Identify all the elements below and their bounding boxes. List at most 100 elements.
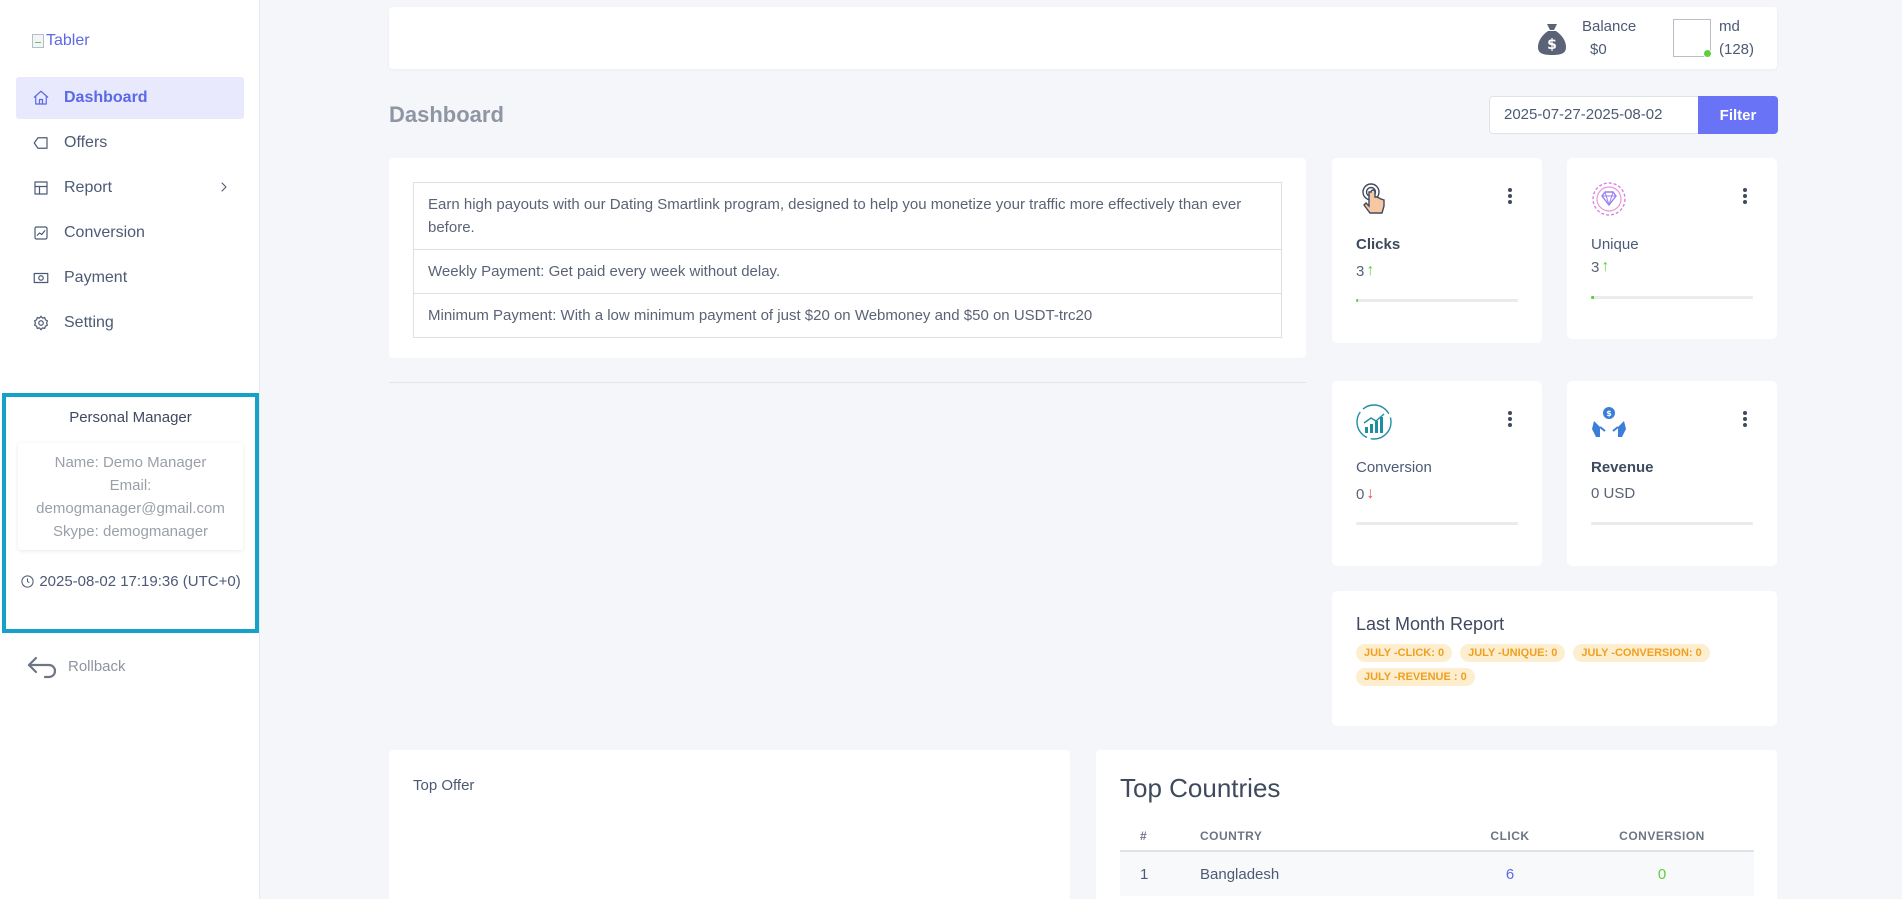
clicks-number: 3 [1356,262,1365,280]
server-time-text: 2025-08-02 17:19:36 (UTC+0) [39,573,241,590]
money-bag-icon: $ [1538,24,1566,55]
clicks-label: Clicks [1356,236,1401,253]
info-row: Weekly Payment: Get paid every week with… [414,250,1281,294]
last-month-report-title: Last Month Report [1356,614,1505,634]
user-id: (128) [1719,41,1755,58]
sidebar-item-label: Report [64,179,113,196]
progress-fill [1356,299,1358,302]
unique-value: 3 ↑ [1591,258,1609,276]
column-header-conversion: CONVERSION [1619,829,1705,843]
revenue-progress-bar [1591,522,1753,525]
unique-progress-bar [1591,296,1753,299]
layout-icon [34,181,48,195]
home-icon [33,90,49,105]
arrow-up-icon: ↑ [1601,258,1610,275]
broken-image-icon [32,34,44,48]
arrow-up-icon: ↑ [1366,262,1375,279]
diamond-badge-icon [1592,182,1626,216]
avatar[interactable] [1673,19,1712,58]
column-header-rank: # [1140,829,1148,843]
unique-label: Unique [1591,236,1639,253]
status-badge: JULY -UNIQUE: 0 [1460,644,1566,662]
last-month-badges: JULY -CLICK: 0 JULY -UNIQUE: 0 JULY -CON… [1356,644,1756,686]
svg-text:$: $ [1606,409,1612,418]
revenue-card: $ Revenue 0 USD [1567,381,1777,566]
money-hands-icon: $ [1592,407,1626,437]
balance-value: $0 [1590,41,1607,58]
sidebar: Tabler Dashboard Offers Report Conversio… [0,0,260,899]
more-options-icon[interactable] [1743,411,1747,427]
server-time: 2025-08-02 17:19:36 (UTC+0) [6,573,255,590]
date-range-input[interactable]: 2025-07-27-2025-08-02 [1489,96,1699,134]
clicks-progress-bar [1356,299,1518,302]
sidebar-item-label: Dashboard [64,89,148,106]
manager-email-label: Email: [109,477,152,494]
sidebar-item-dashboard[interactable]: Dashboard [16,77,244,119]
sidebar-item-setting[interactable]: Setting [16,302,244,344]
conversion-card: Conversion 0 ↓ [1332,381,1542,566]
sidebar-item-label: Offers [64,134,108,151]
conversion-label: Conversion [1356,459,1432,476]
pointer-hand-icon [1362,183,1385,214]
top-header: $ Balance $0 md (128) [389,7,1777,69]
row-conversion[interactable]: 0 [1570,866,1754,883]
status-badge: JULY -CONVERSION: 0 [1573,644,1710,662]
more-options-icon[interactable] [1743,188,1747,204]
row-country: Bangladesh [1200,865,1280,883]
logo[interactable]: Tabler [32,32,90,50]
conversion-number: 0 [1356,485,1365,503]
tag-icon [33,137,48,149]
manager-name: Name: Demo Manager [54,454,207,471]
personal-manager-panel: Personal Manager Name: Demo Manager Emai… [2,393,259,633]
revenue-label: Revenue [1591,459,1654,476]
unique-number: 3 [1591,258,1600,276]
last-month-report-card: Last Month Report JULY -CLICK: 0 JULY -U… [1332,591,1777,726]
info-row: Minimum Payment: With a low minimum paym… [428,307,1093,324]
row-rank: 1 [1140,865,1149,883]
user-name[interactable]: md [1719,18,1740,35]
sidebar-item-label: Setting [64,314,114,331]
program-info-card: Earn high payouts with our Dating Smartl… [389,158,1306,358]
rollback-label: Rollback [68,657,126,675]
top-countries-card: Top Countries # COUNTRY CLICK CONVERSION… [1096,750,1777,899]
rollback-icon [27,656,57,679]
manager-skype: Skype: demogmanager [52,523,209,540]
sidebar-item-conversion[interactable]: Conversion [16,212,244,254]
gear-icon [34,315,48,331]
sidebar-item-payment[interactable]: Payment [16,257,244,299]
sidebar-item-report[interactable]: Report [16,167,244,209]
divider [389,382,1306,383]
balance-label: Balance [1582,18,1637,35]
unique-card: Unique 3 ↑ [1567,158,1777,339]
column-header-country: COUNTRY [1200,829,1263,843]
sidebar-item-offers[interactable]: Offers [16,122,244,164]
logo-alt-text: Tabler [46,32,90,49]
chevron-right-icon [221,182,227,192]
revenue-number: 0 USD [1591,485,1636,502]
program-info-table: Earn high payouts with our Dating Smartl… [413,182,1282,338]
more-options-icon[interactable] [1508,411,1512,427]
manager-contact-card: Name: Demo Manager Email: demogmanager@g… [18,443,243,550]
growth-chart-icon [1356,404,1392,440]
rollback-link[interactable]: Rollback [26,652,126,680]
more-options-icon[interactable] [1508,188,1512,204]
chart-line-icon [34,226,48,240]
online-status-dot [1703,49,1712,58]
sidebar-nav: Dashboard Offers Report Conversion Payme… [16,77,244,347]
conversion-progress-bar [1356,522,1518,525]
filter-button[interactable]: Filter [1698,96,1778,134]
page-title: Dashboard [389,102,504,127]
clicks-value: 3 ↑ [1356,262,1374,280]
table-row: 1 Bangladesh 6 0 [1120,852,1754,896]
top-countries-title: Top Countries [1120,773,1281,803]
conversion-value: 0 ↓ [1356,485,1374,503]
top-offer-title: Top Offer [413,777,475,794]
info-row: Earn high payouts with our Dating Smartl… [414,183,1281,250]
column-header-click: CLICK [1490,829,1530,843]
clicks-card: Clicks 3 ↑ [1332,158,1542,343]
progress-fill [1591,296,1595,299]
row-click[interactable]: 6 [1450,866,1570,883]
personal-manager-title: Personal Manager [69,409,192,426]
top-countries-table: # COUNTRY CLICK CONVERSION 1 Bangladesh … [1120,822,1754,896]
clock-icon [21,575,34,588]
